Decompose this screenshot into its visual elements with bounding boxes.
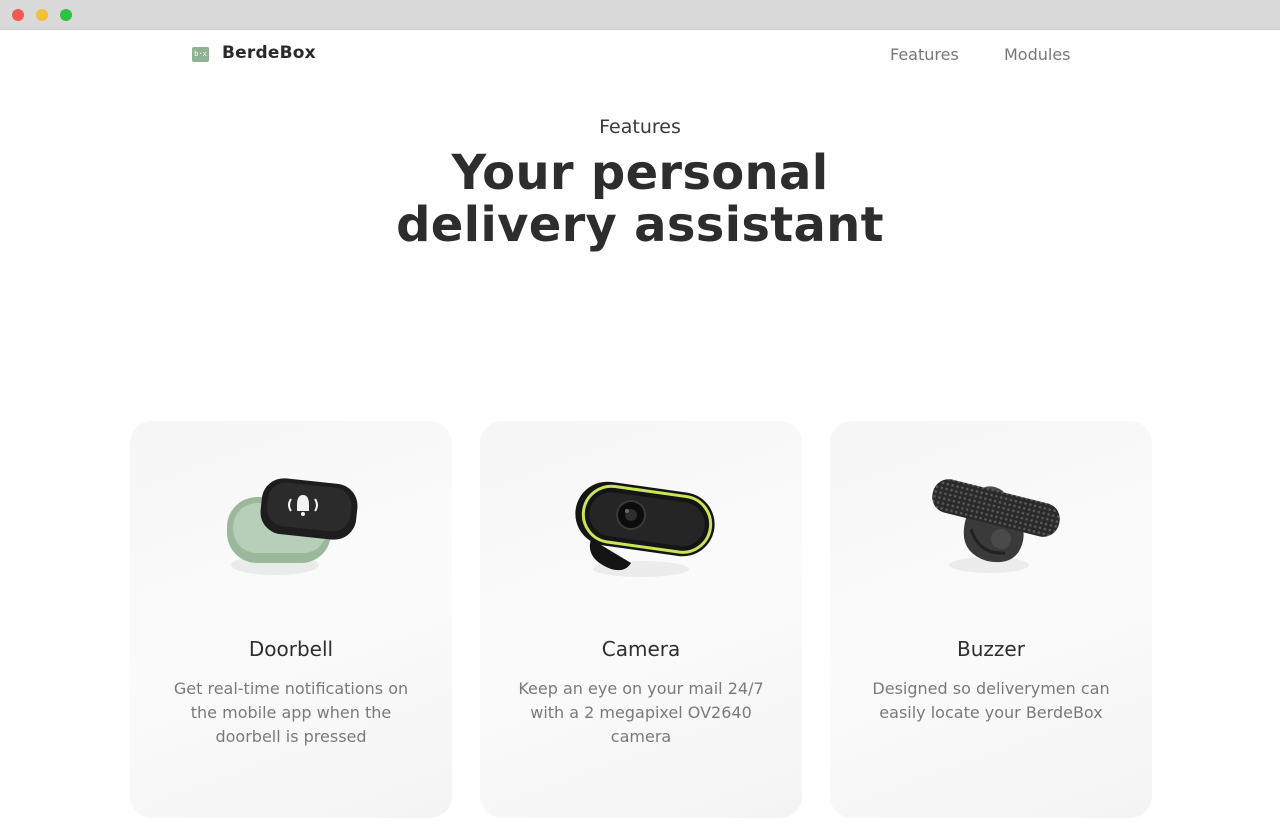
brand-name[interactable]: BerdeBox: [222, 43, 316, 63]
card-description: Designed so deliverymen can easily locat…: [872, 679, 1110, 722]
section-eyebrow: Features: [599, 116, 681, 138]
doorbell-module-image: [227, 478, 358, 575]
card-title: Doorbell: [248, 637, 334, 661]
camera-module-image: [575, 481, 715, 577]
brand-logo-icon[interactable]: b·x: [192, 47, 209, 62]
card-description: Get real-time notifications on the mobil…: [173, 679, 409, 746]
headline-line-1: Your personal: [451, 145, 829, 201]
feature-card-buzzer: Buzzer Designed so deliverymen can easil…: [830, 421, 1152, 818]
window-titlebar: [0, 0, 1280, 30]
nav-link-modules[interactable]: Modules: [1004, 45, 1071, 64]
buzzer-module-image: [932, 479, 1060, 573]
card-description: Keep an eye on your mail 24/7 with a 2 m…: [518, 679, 764, 746]
nav-link-features[interactable]: Features: [890, 45, 959, 64]
headline-line-2: delivery assistant: [396, 197, 884, 253]
hero-headline: Your personal delivery assistant: [0, 147, 1280, 251]
feature-card-doorbell: Doorbell Get real-time notifications on …: [130, 421, 452, 818]
feature-card-camera: Camera Keep an eye on your mail 24/7 wit…: [480, 421, 802, 818]
maximize-window-button[interactable]: [60, 9, 72, 21]
top-navigation: b·x BerdeBox Features Modules: [0, 30, 1280, 80]
card-title: Buzzer: [957, 637, 1025, 661]
card-title: Camera: [601, 637, 681, 661]
minimize-window-button[interactable]: [36, 9, 48, 21]
close-window-button[interactable]: [12, 9, 24, 21]
